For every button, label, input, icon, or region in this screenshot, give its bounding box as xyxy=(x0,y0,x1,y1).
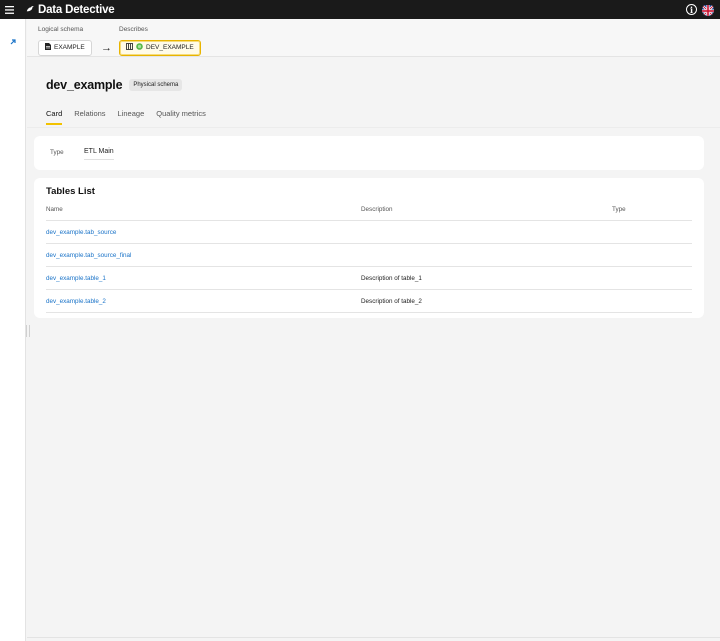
column-header-type[interactable]: Type xyxy=(612,206,626,213)
type-label: Type xyxy=(50,149,64,156)
table-row[interactable]: dev_example.tab_source xyxy=(46,221,692,244)
arrow-right-icon: → xyxy=(101,42,112,54)
page-title: dev_example xyxy=(46,78,123,92)
breadcrumb: Logical schema EXAMPLE → Describes DEV_E… xyxy=(27,19,720,57)
document-icon xyxy=(45,43,51,52)
table-name-link[interactable]: dev_example.tab_source xyxy=(46,229,116,236)
table-row[interactable]: dev_example.tab_source_final xyxy=(46,244,692,267)
column-header-description[interactable]: Description xyxy=(361,206,393,213)
app-name: Data Detective xyxy=(38,3,115,16)
tables-list-card: Tables List Name Description Type dev_ex… xyxy=(34,178,704,318)
tab-relations[interactable]: Relations xyxy=(74,109,105,125)
info-icon[interactable]: i xyxy=(686,4,697,15)
bird-logo-icon xyxy=(26,4,34,16)
uk-flag-icon[interactable] xyxy=(702,3,714,16)
table-header: Name Description Type xyxy=(46,206,692,221)
type-card: Type ETL Main xyxy=(34,136,704,170)
describes-label: Describes xyxy=(119,26,148,33)
physical-schema-chip[interactable]: DEV_EXAMPLE xyxy=(119,39,201,56)
tab-quality-metrics[interactable]: Quality metrics xyxy=(156,109,206,125)
bottom-divider xyxy=(27,637,720,638)
physical-schema-value: DEV_EXAMPLE xyxy=(146,44,194,51)
database-icon xyxy=(126,43,133,52)
tabs-divider xyxy=(27,127,720,128)
table-name-link[interactable]: dev_example.tab_source_final xyxy=(46,252,131,259)
logical-schema-chip[interactable]: EXAMPLE xyxy=(38,39,92,56)
main-content: dev_example Physical schema Card Relatio… xyxy=(27,58,720,641)
hamburger-icon[interactable] xyxy=(0,0,19,19)
tab-bar: Card Relations Lineage Quality metrics xyxy=(46,109,206,125)
table-name-link[interactable]: dev_example.table_2 xyxy=(46,298,106,305)
table-row[interactable]: dev_example.table_2 Description of table… xyxy=(46,290,692,313)
external-link-icon[interactable] xyxy=(7,36,19,47)
tables-list-title: Tables List xyxy=(46,186,95,197)
app-brand[interactable]: Data Detective xyxy=(26,3,115,16)
left-rail xyxy=(0,19,26,641)
table-row[interactable]: dev_example.table_1 Description of table… xyxy=(46,267,692,290)
column-header-name[interactable]: Name xyxy=(46,206,63,213)
table-description: Description of table_1 xyxy=(361,275,422,282)
tab-lineage[interactable]: Lineage xyxy=(118,109,145,125)
green-status-icon xyxy=(136,43,143,52)
schema-type-badge: Physical schema xyxy=(129,79,183,91)
top-bar: Data Detective i xyxy=(0,0,720,19)
table-name-link[interactable]: dev_example.table_1 xyxy=(46,275,106,282)
type-value: ETL Main xyxy=(84,148,114,160)
table-description: Description of table_2 xyxy=(361,298,422,305)
logical-schema-label: Logical schema xyxy=(38,26,84,33)
logical-schema-value: EXAMPLE xyxy=(54,44,85,51)
tab-card[interactable]: Card xyxy=(46,109,63,125)
